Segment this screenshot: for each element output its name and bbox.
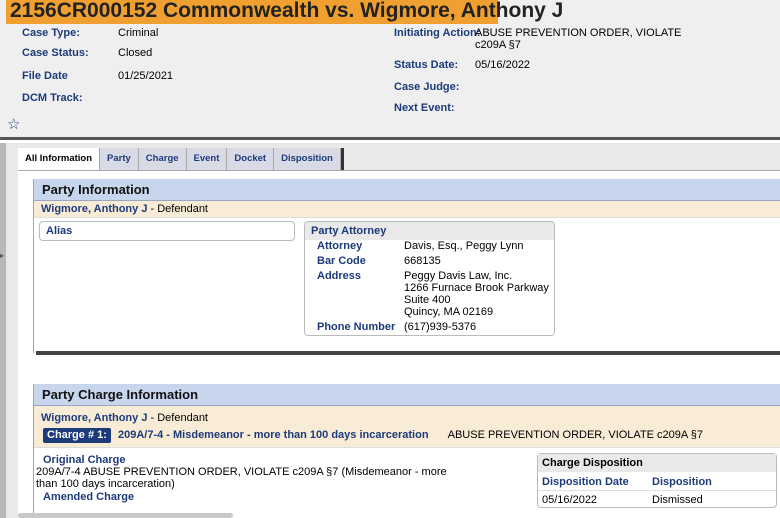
- initiating-action-value: ABUSE PREVENTION ORDER, VIOLATE: [475, 27, 682, 39]
- status-date-value: 05/16/2022: [475, 59, 531, 71]
- charge-disposition-box: Charge Disposition Disposition Date Disp…: [537, 453, 777, 508]
- party-charge-heading: Party Charge Information: [34, 384, 780, 406]
- party-attorney-box: Party Attorney Attorney Davis, Esq., Peg…: [304, 221, 555, 336]
- case-status-label: Case Status:: [22, 47, 89, 59]
- address-line-4: Quincy, MA 02169: [404, 306, 494, 318]
- case-type-value: Criminal: [118, 27, 159, 39]
- party-name: Wigmore, Anthony J: [41, 203, 148, 215]
- disposition-date-col: Disposition Date: [542, 476, 629, 488]
- charge-description: ABUSE PREVENTION ORDER, VIOLATE c209A §7: [447, 429, 703, 441]
- original-charge-text-line2: than 100 days incarceration): [36, 478, 175, 490]
- star-icon[interactable]: ☆: [7, 117, 20, 133]
- address-label: Address: [317, 270, 362, 282]
- original-charge-text: 209A/7-4 ABUSE PREVENTION ORDER, VIOLATE…: [36, 466, 447, 478]
- disposition-date-value: 05/16/2022: [542, 494, 598, 506]
- file-date-label: File Date: [22, 70, 68, 82]
- charge-party-bar: Wigmore, Anthony J - Defendant Charge # …: [34, 406, 780, 448]
- charge-code: 209A/7-4 - Misdemeanor - more than 100 d…: [117, 429, 429, 441]
- address-line-3: Suite 400: [404, 294, 451, 306]
- original-charge-label: Original Charge: [43, 454, 126, 466]
- charge-party-name: Wigmore, Anthony J: [41, 412, 148, 424]
- dcm-track-label: DCM Track:: [22, 92, 83, 104]
- party-attorney-title: Party Attorney: [305, 222, 554, 240]
- initiating-action-value-line2: c209A §7: [475, 39, 521, 51]
- tab-bar: All Information Party Charge Event Docke…: [18, 148, 344, 170]
- chevron-right-icon: ▸: [0, 251, 5, 260]
- tab-charge[interactable]: Charge: [138, 148, 187, 170]
- horizontal-scrollbar[interactable]: [18, 513, 233, 518]
- party-charge-section: Party Charge Information Wigmore, Anthon…: [33, 384, 780, 518]
- tab-party[interactable]: Party: [100, 148, 139, 170]
- tab-disposition[interactable]: Disposition: [274, 148, 341, 170]
- disposition-header-row: Disposition Date Disposition: [538, 472, 776, 491]
- address-line-1: Peggy Davis Law, Inc.: [404, 270, 513, 282]
- phone-value: (617)939-5376: [404, 321, 477, 333]
- alias-label: Alias: [46, 225, 73, 237]
- disposition-row: 05/16/2022 Dismissed: [538, 491, 776, 509]
- next-event-label: Next Event:: [394, 102, 455, 114]
- page-title: 2156CR000152 Commonwealth vs. Wigmore, A…: [6, 0, 563, 24]
- party-name-bar: Wigmore, Anthony J - Defendant: [34, 201, 780, 218]
- charge-disposition-title: Charge Disposition: [538, 454, 776, 472]
- amended-charge-label: Amended Charge: [43, 491, 135, 503]
- address-line-2: 1266 Furnace Brook Parkway: [404, 282, 549, 294]
- case-type-label: Case Type:: [22, 27, 80, 39]
- file-date-value: 01/25/2021: [118, 70, 174, 82]
- case-status-value: Closed: [118, 47, 153, 59]
- alias-box: Alias: [39, 221, 295, 241]
- attorney-label: Attorney: [317, 240, 363, 252]
- case-header: 2156CR000152 Commonwealth vs. Wigmore, A…: [0, 0, 780, 140]
- charge-party-role: - Defendant: [147, 412, 209, 424]
- disposition-value: Dismissed: [652, 494, 703, 506]
- tab-all-information[interactable]: All Information: [18, 148, 101, 170]
- tab-container: All Information Party Charge Event Docke…: [6, 143, 780, 518]
- disposition-col: Disposition: [652, 476, 712, 488]
- initiating-action-label: Initiating Action:: [394, 27, 481, 39]
- party-information-section: Party Information Wigmore, Anthony J - D…: [33, 179, 780, 353]
- phone-label: Phone Number: [317, 321, 396, 333]
- party-role: - Defendant: [147, 203, 209, 215]
- charge-number-badge: Charge # 1:: [43, 428, 111, 443]
- attorney-value: Davis, Esq., Peggy Lynn: [404, 240, 524, 252]
- case-judge-label: Case Judge:: [394, 81, 460, 93]
- bar-code-value: 668135: [404, 255, 441, 267]
- status-date-label: Status Date:: [394, 59, 459, 71]
- tab-panel: Party Information Wigmore, Anthony J - D…: [18, 170, 780, 518]
- tab-docket[interactable]: Docket: [227, 148, 275, 170]
- bar-code-label: Bar Code: [317, 255, 366, 267]
- party-information-heading: Party Information: [34, 179, 780, 201]
- section-divider: [36, 351, 780, 355]
- tab-bar-divider: [340, 148, 344, 170]
- tab-event[interactable]: Event: [186, 148, 228, 170]
